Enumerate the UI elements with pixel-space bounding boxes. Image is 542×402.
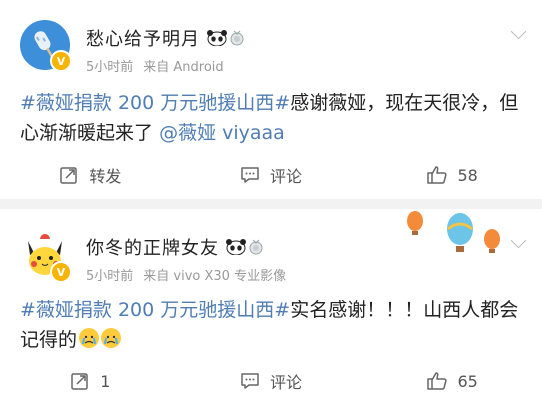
- thumbs-up-icon: [426, 372, 447, 390]
- repost-button[interactable]: 转发: [0, 155, 181, 195]
- like-count: 65: [457, 371, 478, 391]
- post-meta: 5小时前 来自 vivo X30 专业影像: [86, 265, 286, 284]
- chevron-down-icon[interactable]: [510, 23, 527, 40]
- crying-emoji-icon: [101, 328, 122, 348]
- topic-link[interactable]: #薇娅捐款 200 万元驰援山西#: [20, 299, 290, 321]
- repost-button[interactable]: 1: [0, 361, 181, 401]
- avatar[interactable]: V: [20, 20, 72, 72]
- repost-icon: [60, 167, 78, 184]
- repost-count: 1: [100, 371, 111, 391]
- post-time: 5小时前: [86, 60, 134, 75]
- topic-link[interactable]: #薇娅捐款 200 万元驰援山西#: [20, 92, 290, 114]
- mention-link[interactable]: @薇娅 viyaaa: [159, 122, 285, 144]
- comment-icon: [241, 167, 259, 183]
- repost-icon: [71, 373, 88, 390]
- verified-icon: V: [50, 261, 72, 283]
- medal-icon: [249, 239, 263, 255]
- repost-label: 转发: [89, 167, 122, 186]
- balloons-decoration: [400, 209, 520, 269]
- comment-label: 评论: [270, 373, 303, 392]
- medal-icon: [230, 30, 244, 46]
- post-content: #薇娅捐款 200 万元驰援山西#实名感谢！！！山西人都会记得的: [20, 295, 525, 355]
- user-name[interactable]: 你冬的正牌女友: [86, 234, 219, 260]
- panda-icon: [225, 239, 247, 256]
- action-bar: 转发 评论 58: [0, 155, 542, 195]
- post-source: 来自 Android: [143, 60, 224, 75]
- user-name-row: 愁心给予明月: [86, 25, 244, 51]
- post-time: 5小时前: [86, 269, 134, 284]
- thumbs-up-icon: [426, 166, 447, 184]
- post-card: V 你冬的正牌女友 5小时前 来自 vivo X30 专业影像 #薇娅捐款 200…: [0, 209, 542, 402]
- comment-button[interactable]: 评论: [181, 361, 362, 401]
- action-bar: 1 评论 65: [0, 361, 542, 401]
- post-meta: 5小时前 来自 Android: [86, 56, 224, 75]
- user-name-row: 你冬的正牌女友: [86, 234, 263, 260]
- post-content: #薇娅捐款 200 万元驰援山西#感谢薇娅，现在天很冷，但心渐渐暖起来了 @薇娅…: [20, 88, 525, 148]
- post-source: 来自 vivo X30 专业影像: [143, 269, 287, 284]
- like-count: 58: [457, 165, 478, 185]
- like-button[interactable]: 65: [361, 361, 542, 401]
- panda-icon: [206, 30, 228, 47]
- post-card: V 愁心给予明月 5小时前 来自 Android #薇娅捐款 200 万元驰援山西…: [0, 0, 542, 199]
- verified-icon: V: [50, 50, 72, 72]
- comment-icon: [241, 373, 259, 389]
- crying-emoji-icon: [79, 328, 100, 348]
- avatar[interactable]: V: [20, 231, 72, 283]
- comment-label: 评论: [270, 167, 303, 186]
- user-name[interactable]: 愁心给予明月: [86, 25, 200, 51]
- like-button[interactable]: 58: [361, 155, 542, 195]
- comment-button[interactable]: 评论: [181, 155, 362, 195]
